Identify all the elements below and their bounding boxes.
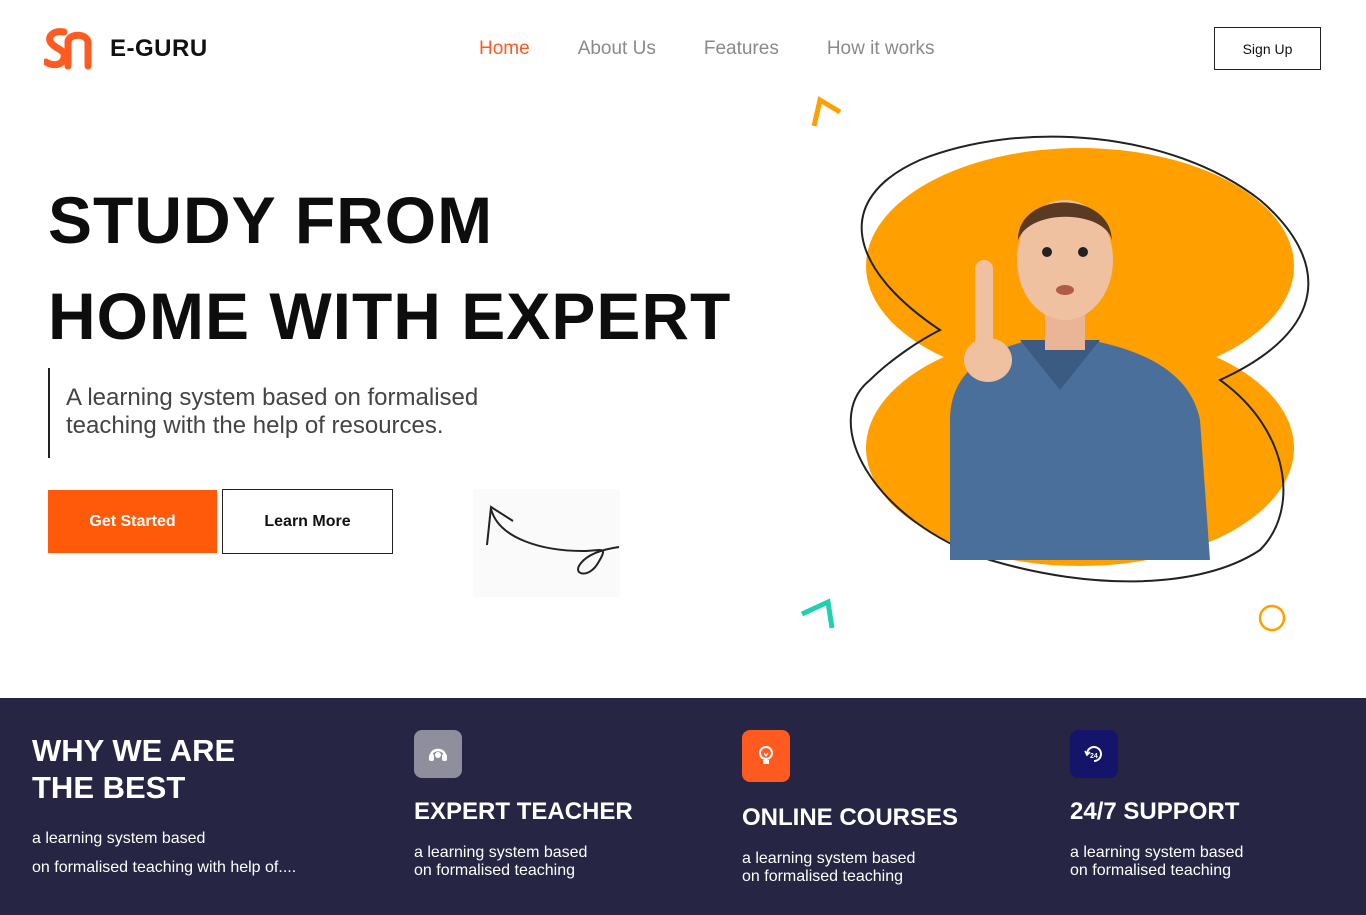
nav-about-us[interactable]: About Us xyxy=(578,38,656,60)
navbar: E-GURU Home About Us Features How it wor… xyxy=(0,0,1366,98)
hero-subtitle-line1: A learning system based on formalised xyxy=(66,384,479,411)
why-desc-line2: on formalised teaching with help of.... xyxy=(32,859,297,876)
feature-desc: a learning system based on formalised te… xyxy=(1070,844,1310,880)
logo-icon xyxy=(44,28,92,70)
feature-desc-line2: on formalised teaching xyxy=(414,862,575,879)
curved-arrow-illustration xyxy=(473,489,620,597)
sign-up-button[interactable]: Sign Up xyxy=(1214,27,1321,70)
logo[interactable]: E-GURU xyxy=(44,28,208,70)
nav-how-it-works[interactable]: How it works xyxy=(827,38,935,60)
feature-desc: a learning system based on formalised te… xyxy=(414,844,654,880)
feature-expert-teacher: EXPERT TEACHER a learning system based o… xyxy=(414,730,654,880)
why-title: WHY WE ARE THE BEST xyxy=(32,732,235,806)
why-we-are-best-section: WHY WE ARE THE BEST a learning system ba… xyxy=(0,698,1366,915)
hero-title: STUDY FROM HOME WITH EXPERT xyxy=(48,172,731,364)
feature-desc-line2: on formalised teaching xyxy=(1070,862,1231,879)
get-started-button[interactable]: Get Started xyxy=(48,490,217,553)
svg-text:24: 24 xyxy=(1090,753,1098,760)
teal-chevron-shape xyxy=(800,598,835,629)
support-24-icon: 24 xyxy=(1070,730,1118,778)
lightbulb-icon xyxy=(742,730,790,782)
brand-name: E-GURU xyxy=(110,35,208,62)
feature-desc-line1: a learning system based xyxy=(1070,844,1244,861)
feature-desc-line1: a learning system based xyxy=(742,850,916,867)
why-desc-line1: a learning system based xyxy=(32,830,206,847)
hero-title-line2: HOME WITH EXPERT xyxy=(48,279,732,353)
feature-desc-line2: on formalised teaching xyxy=(742,868,903,885)
why-title-line1: WHY WE ARE xyxy=(32,733,236,768)
feature-title: ONLINE COURSES xyxy=(742,804,959,831)
nav-home[interactable]: Home xyxy=(479,38,530,60)
orange-chevron-shape xyxy=(811,96,842,127)
main-menu: Home About Us Features How it works xyxy=(479,38,983,60)
feature-title: 24/7 SUPPORT xyxy=(1070,798,1240,825)
hero-title-line1: STUDY FROM xyxy=(48,183,494,257)
nav-features[interactable]: Features xyxy=(704,38,779,60)
hero-illustration xyxy=(800,96,1310,632)
feature-online-courses: ONLINE COURSES a learning system based o… xyxy=(742,730,982,886)
why-title-line2: THE BEST xyxy=(32,770,186,805)
feature-support: 24 24/7 SUPPORT a learning system based … xyxy=(1070,730,1310,880)
hero-subtitle: A learning system based on formalised te… xyxy=(48,368,508,458)
hero-subtitle-line2: teaching with the help of resources. xyxy=(66,412,444,439)
headset-icon xyxy=(414,730,462,778)
orange-ring-shape xyxy=(1258,604,1286,632)
why-description: a learning system based on formalised te… xyxy=(32,824,296,882)
feature-desc: a learning system based on formalised te… xyxy=(742,850,982,886)
feature-title: EXPERT TEACHER xyxy=(414,798,633,825)
feature-desc-line1: a learning system based xyxy=(414,844,588,861)
learn-more-button[interactable]: Learn More xyxy=(222,489,393,554)
